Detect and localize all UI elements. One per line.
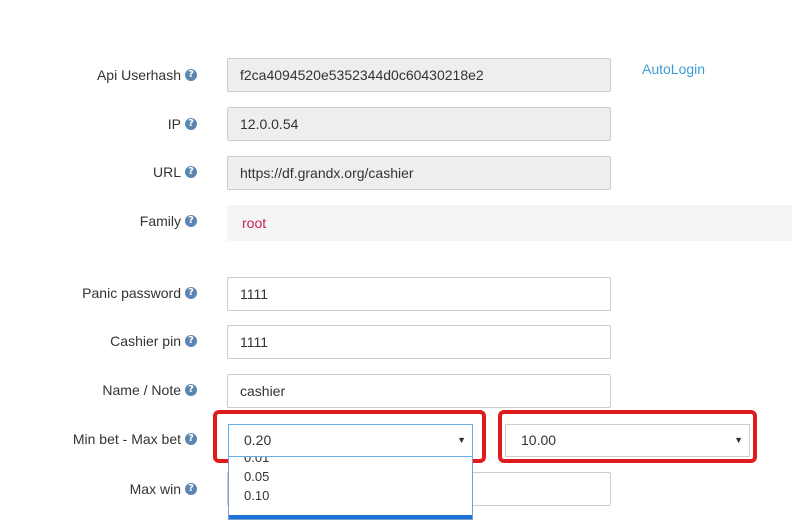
max-bet-select[interactable]: 10.00 ▼ (505, 424, 750, 457)
min-bet-dropdown-list: 0.01 0.05 0.10 (228, 457, 473, 520)
family-display: root (227, 205, 792, 241)
cashier-pin-input[interactable] (227, 325, 611, 359)
ip-label: IP ? (168, 116, 197, 132)
max-win-label-text: Max win (129, 481, 181, 497)
question-circle-icon[interactable]: ? (185, 335, 197, 347)
max-bet-selected-value: 10.00 (521, 432, 557, 448)
name-note-label: Name / Note ? (102, 382, 197, 398)
autologin-link[interactable]: AutoLogin (642, 61, 705, 77)
api-userhash-label: Api Userhash ? (97, 67, 197, 83)
caret-down-icon: ▼ (457, 435, 466, 445)
max-win-label: Max win ? (130, 481, 197, 497)
question-circle-icon[interactable]: ? (185, 69, 197, 81)
api-userhash-label-text: Api Userhash (96, 67, 181, 83)
question-circle-icon[interactable]: ? (185, 118, 197, 130)
ip-input[interactable] (227, 107, 611, 141)
url-input[interactable] (227, 156, 611, 190)
question-circle-icon[interactable]: ? (185, 483, 197, 495)
question-circle-icon[interactable]: ? (185, 433, 197, 445)
min-bet-select[interactable]: 0.20 ▼ (228, 424, 473, 457)
question-circle-icon[interactable]: ? (185, 384, 197, 396)
min-bet-option[interactable]: 0.05 (229, 467, 472, 486)
name-note-input[interactable] (227, 374, 611, 408)
bet-label: Min bet - Max bet ? (73, 431, 197, 447)
caret-down-icon: ▼ (734, 435, 743, 445)
bet-label-text: Min bet - Max bet (72, 431, 181, 447)
name-note-label-text: Name / Note (102, 382, 181, 398)
family-value: root (242, 215, 267, 231)
api-userhash-input[interactable] (227, 58, 611, 92)
url-label-text: URL (152, 164, 181, 180)
family-label-text: Family (139, 213, 181, 229)
min-bet-selected-option-bar[interactable] (229, 515, 472, 519)
url-label: URL ? (153, 164, 197, 180)
min-bet-selected-value: 0.20 (244, 432, 272, 448)
panic-password-input[interactable] (227, 277, 611, 311)
question-circle-icon[interactable]: ? (185, 215, 197, 227)
panic-password-label-text: Panic password (82, 285, 181, 301)
panic-password-label: Panic password ? (82, 285, 197, 301)
family-label: Family ? (140, 213, 197, 229)
cashier-pin-label: Cashier pin ? (110, 333, 197, 349)
cashier-pin-label-text: Cashier pin (110, 333, 181, 349)
question-circle-icon[interactable]: ? (185, 287, 197, 299)
min-bet-option[interactable]: 0.01 (229, 457, 472, 467)
question-circle-icon[interactable]: ? (185, 166, 197, 178)
ip-label-text: IP (167, 116, 181, 132)
min-bet-option[interactable]: 0.10 (229, 486, 472, 505)
